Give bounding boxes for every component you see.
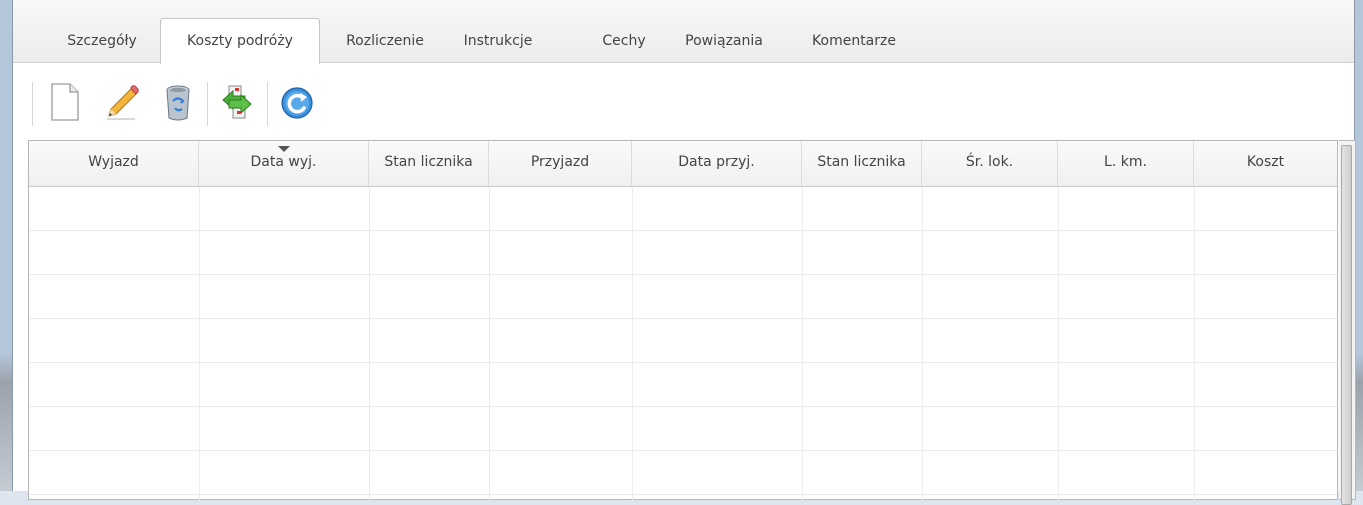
travel-costs-grid: Wyjazd Data wyj. Stan licznika Przyjazd … [28,140,1338,501]
window-left-edge [0,0,12,491]
column-header-label: Koszt [1246,154,1285,170]
refresh-icon [281,87,313,119]
column-header-label: Śr. lok. [965,154,1014,170]
column-header-label: Stan licznika [817,154,906,170]
column-header-data-przyj[interactable]: Data przyj. [632,141,802,186]
grid-column-divider [369,187,370,501]
delete-button[interactable] [156,78,200,126]
column-header-data-wyj[interactable]: Data wyj. [199,141,369,186]
scrollbar-thumb[interactable] [1341,145,1352,505]
tab-powiazania[interactable]: Powiązania [673,19,775,63]
travel-costs-panel: Szczegóły Koszty podróży Rozliczenie Ins… [12,0,1356,505]
column-header-label: Wyjazd [88,154,139,170]
sort-descending-icon [277,146,290,152]
grid-column-divider [802,187,803,501]
edit-pencil-icon [107,85,139,120]
edit-button[interactable] [99,78,143,126]
toolbar-separator [207,82,208,126]
grid-row-divider [29,494,1337,495]
grid-column-divider [632,187,633,501]
column-header-sr-lok[interactable]: Śr. lok. [922,141,1058,186]
grid-row-divider [29,406,1337,407]
grid-column-divider [1058,187,1059,501]
tab-bar: Szczegóły Koszty podróży Rozliczenie Ins… [13,0,1354,64]
column-header-label: Przyjazd [530,154,590,170]
grid-column-divider [199,187,200,501]
column-header-l-km[interactable]: L. km. [1058,141,1194,186]
column-header-label: Data wyj. [250,154,317,170]
grid-header: Wyjazd Data wyj. Stan licznika Przyjazd … [29,141,1337,187]
toolbar-separator [32,82,33,126]
grid-row-divider [29,450,1337,451]
refresh-button[interactable] [275,78,319,126]
tab-cechy[interactable]: Cechy [584,19,664,63]
column-header-stan-licznika[interactable]: Stan licznika [369,141,489,186]
column-header-stan-licznika-2[interactable]: Stan licznika [802,141,922,186]
column-header-wyjazd[interactable]: Wyjazd [29,141,199,186]
toolbar-separator [267,82,268,126]
tab-szczegoly[interactable]: Szczegóły [51,19,153,63]
transfer-button[interactable] [215,78,259,126]
toolbar [13,64,1354,140]
recycle-bin-icon [166,85,190,121]
grid-row-divider [29,274,1337,275]
column-header-przyjazd[interactable]: Przyjazd [489,141,632,186]
tab-rozliczenie[interactable]: Rozliczenie [332,19,438,63]
new-document-icon [51,83,79,121]
grid-body[interactable] [29,187,1337,501]
grid-column-divider [1194,187,1195,501]
transfer-arrows-icon [222,85,252,119]
column-header-label: L. km. [1104,154,1147,170]
tab-komentarze[interactable]: Komentarze [799,19,909,63]
grid-vertical-scrollbar[interactable] [1339,140,1356,505]
tab-instrukcje[interactable]: Instrukcje [450,19,546,63]
grid-row-divider [29,362,1337,363]
grid-column-divider [489,187,490,501]
tab-koszty-podrozy[interactable]: Koszty podróży [160,18,320,64]
grid-row-divider [29,230,1337,231]
grid-column-divider [922,187,923,501]
column-header-label: Data przyj. [678,154,755,170]
window-right-edge [1355,0,1363,491]
column-header-koszt[interactable]: Koszt [1194,141,1337,186]
column-header-label: Stan licznika [384,154,473,170]
grid-row-divider [29,318,1337,319]
new-button[interactable] [42,78,86,126]
